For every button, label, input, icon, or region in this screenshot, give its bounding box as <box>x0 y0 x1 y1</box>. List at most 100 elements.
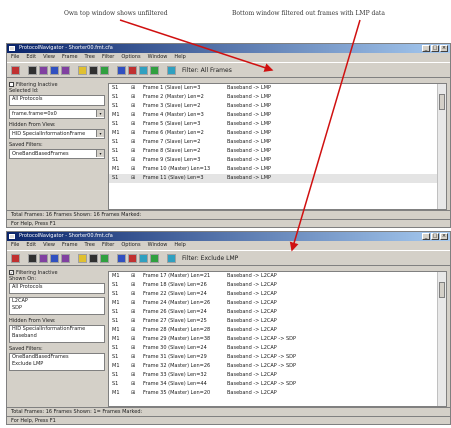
table-icon[interactable] <box>78 65 87 75</box>
frame-row[interactable]: S1 ⊞ Frame 3 (Slave) Len=2 Baseband -> LMP <box>109 102 446 111</box>
menu-filter[interactable]: Filter <box>102 53 114 62</box>
frame-row[interactable]: S1 ⊞ Frame 34 (Slave) Len=44 Baseband -> L2… <box>109 380 446 389</box>
menu-window[interactable]: Window <box>148 241 168 250</box>
help-icon[interactable] <box>117 65 126 75</box>
menu-file[interactable]: File <box>11 241 19 250</box>
filter-icon[interactable] <box>39 253 48 263</box>
decode-icon[interactable] <box>100 253 109 263</box>
open-icon[interactable] <box>28 253 37 263</box>
expand-icon[interactable]: ⊞ <box>131 147 135 156</box>
close-button[interactable]: × <box>440 233 448 240</box>
record-icon[interactable] <box>11 65 20 75</box>
expand-icon[interactable]: ⊞ <box>131 281 135 290</box>
frame-row[interactable]: S1 ⊞ Frame 7 (Slave) Len=2 Baseband -> LMP <box>109 138 446 147</box>
export-icon[interactable] <box>150 253 159 263</box>
scroll-thumb[interactable] <box>439 282 445 298</box>
menu-tree[interactable]: Tree <box>85 53 95 62</box>
expand-icon[interactable]: ⊞ <box>131 102 135 111</box>
expand-icon[interactable]: ⊞ <box>131 326 135 335</box>
frame-row[interactable]: S1 ⊞ Frame 22 (Slave) Len=24 Baseband -> L2… <box>109 290 446 299</box>
monitor-icon[interactable] <box>167 253 176 263</box>
frame-row[interactable]: M1 ⊞ Frame 4 (Master) Len=3 Baseband -> LMP <box>109 111 446 120</box>
open-icon[interactable] <box>28 65 37 75</box>
list-item[interactable]: Exclude LMP <box>10 361 104 368</box>
hex-icon[interactable] <box>89 253 98 263</box>
expand-icon[interactable]: ⊞ <box>131 380 135 389</box>
expand-icon[interactable]: ⊞ <box>131 389 135 398</box>
maximize-button[interactable]: □ <box>431 233 439 240</box>
frame-row[interactable]: M1 ⊞ Frame 32 (Master) Len=26 Baseband -> L… <box>109 362 446 371</box>
frame-row[interactable]: S1 ⊞ Frame 18 (Slave) Len=26 Baseband -> L2… <box>109 281 446 290</box>
table-icon[interactable] <box>78 253 87 263</box>
expand-icon[interactable]: ⊞ <box>131 111 135 120</box>
expand-icon[interactable]: ⊞ <box>131 174 135 183</box>
frame-row[interactable]: S1 ⊞ Frame 11 (Slave) Len=3 Baseband -> LMP <box>109 174 446 183</box>
menu-frame[interactable]: Frame <box>62 241 78 250</box>
list-item[interactable]: OneBandBasedFrames <box>10 354 104 361</box>
menu-options[interactable]: Options <box>121 241 140 250</box>
menu-frame[interactable]: Frame <box>62 53 78 62</box>
expand-icon[interactable]: ⊞ <box>131 362 135 371</box>
menu-filter[interactable]: Filter <box>102 241 114 250</box>
list-item[interactable]: HID SpecialInformationFrame <box>10 326 104 333</box>
decode-icon[interactable] <box>100 65 109 75</box>
dropdown-arrow-icon[interactable]: ▾ <box>96 130 104 137</box>
frame-row[interactable]: S1 ⊞ Frame 30 (Slave) Len=24 Baseband -> L2… <box>109 344 446 353</box>
mark-icon[interactable] <box>61 65 70 75</box>
up-icon[interactable] <box>50 253 59 263</box>
frame-row[interactable]: S1 ⊞ Frame 2 (Master) Len=2 Baseband -> LMP <box>109 93 446 102</box>
saved-select[interactable]: OneBandBasedFrames ▾ <box>9 149 105 159</box>
frame-row[interactable]: M1 ⊞ Frame 17 (Master) Len=21 Baseband -> L… <box>109 272 446 281</box>
hex-icon[interactable] <box>89 65 98 75</box>
expand-icon[interactable]: ⊞ <box>131 165 135 174</box>
frame-row[interactable]: M1 ⊞ Frame 6 (Master) Len=2 Baseband -> LMP <box>109 129 446 138</box>
minimize-button[interactable]: _ <box>422 233 430 240</box>
menu-help[interactable]: Help <box>174 241 185 250</box>
help-icon[interactable] <box>117 253 126 263</box>
protocol-list[interactable]: All Protocols <box>9 283 105 294</box>
vertical-scrollbar[interactable] <box>437 272 446 406</box>
expand-icon[interactable]: ⊞ <box>131 308 135 317</box>
dropdown-arrow-icon[interactable]: ▾ <box>96 110 104 117</box>
chart-icon[interactable] <box>139 253 148 263</box>
expand-icon[interactable]: ⊞ <box>131 93 135 102</box>
vertical-scrollbar[interactable] <box>437 84 446 209</box>
frame-row[interactable]: S1 ⊞ Frame 27 (Slave) Len=25 Baseband -> L2… <box>109 317 446 326</box>
frame-row[interactable]: S1 ⊞ Frame 26 (Slave) Len=24 Baseband -> L2… <box>109 308 446 317</box>
record-icon[interactable] <box>11 253 20 263</box>
chart-icon[interactable] <box>139 65 148 75</box>
menu-edit[interactable]: Edit <box>26 53 36 62</box>
expand-icon[interactable]: ⊞ <box>131 138 135 147</box>
list-item[interactable]: All Protocols <box>10 284 104 291</box>
frame-row[interactable]: S1 ⊞ Frame 9 (Slave) Len=3 Baseband -> LMP <box>109 156 446 165</box>
export-icon[interactable] <box>150 65 159 75</box>
filtering-checkbox[interactable] <box>9 82 14 87</box>
frame-row[interactable]: M1 ⊞ Frame 35 (Master) Len=20 Baseband -> L… <box>109 389 446 398</box>
menu-edit[interactable]: Edit <box>26 241 36 250</box>
shown-protocols[interactable]: L2CAP SDP <box>9 297 105 315</box>
menu-file[interactable]: File <box>11 53 19 62</box>
close-button[interactable]: × <box>440 45 448 52</box>
frame-row[interactable]: S1 ⊞ Frame 1 (Slave) Len=3 Baseband -> LMP <box>109 84 446 93</box>
frame-row[interactable]: M1 ⊞ Frame 29 (Master) Len=38 Baseband -> L… <box>109 335 446 344</box>
address-field[interactable]: frame.frame=0x0 ▾ <box>9 109 105 119</box>
minimize-button[interactable]: _ <box>422 45 430 52</box>
dropdown-arrow-icon[interactable]: ▾ <box>96 150 104 157</box>
maximize-button[interactable]: □ <box>431 45 439 52</box>
frame-row[interactable]: M1 ⊞ Frame 10 (Master) Len=13 Baseband -> L… <box>109 165 446 174</box>
frame-row[interactable]: S1 ⊞ Frame 8 (Slave) Len=2 Baseband -> LMP <box>109 147 446 156</box>
frame-row[interactable]: S1 ⊞ Frame 33 (Slave) Len=32 Baseband -> L2… <box>109 371 446 380</box>
stats-icon[interactable] <box>128 253 137 263</box>
menu-help[interactable]: Help <box>174 53 185 62</box>
list-item[interactable]: All Protocols <box>10 96 104 103</box>
expand-icon[interactable]: ⊞ <box>131 129 135 138</box>
filtering-checkbox[interactable]: ✓ <box>9 270 14 275</box>
saved-list[interactable]: OneBandBasedFrames Exclude LMP <box>9 353 105 371</box>
list-item[interactable]: Baseband <box>10 333 104 340</box>
expand-icon[interactable]: ⊞ <box>131 290 135 299</box>
expand-icon[interactable]: ⊞ <box>131 120 135 129</box>
monitor-icon[interactable] <box>167 65 176 75</box>
expand-icon[interactable]: ⊞ <box>131 84 135 93</box>
mark-icon[interactable] <box>61 253 70 263</box>
protocol-list[interactable]: All Protocols <box>9 95 105 106</box>
